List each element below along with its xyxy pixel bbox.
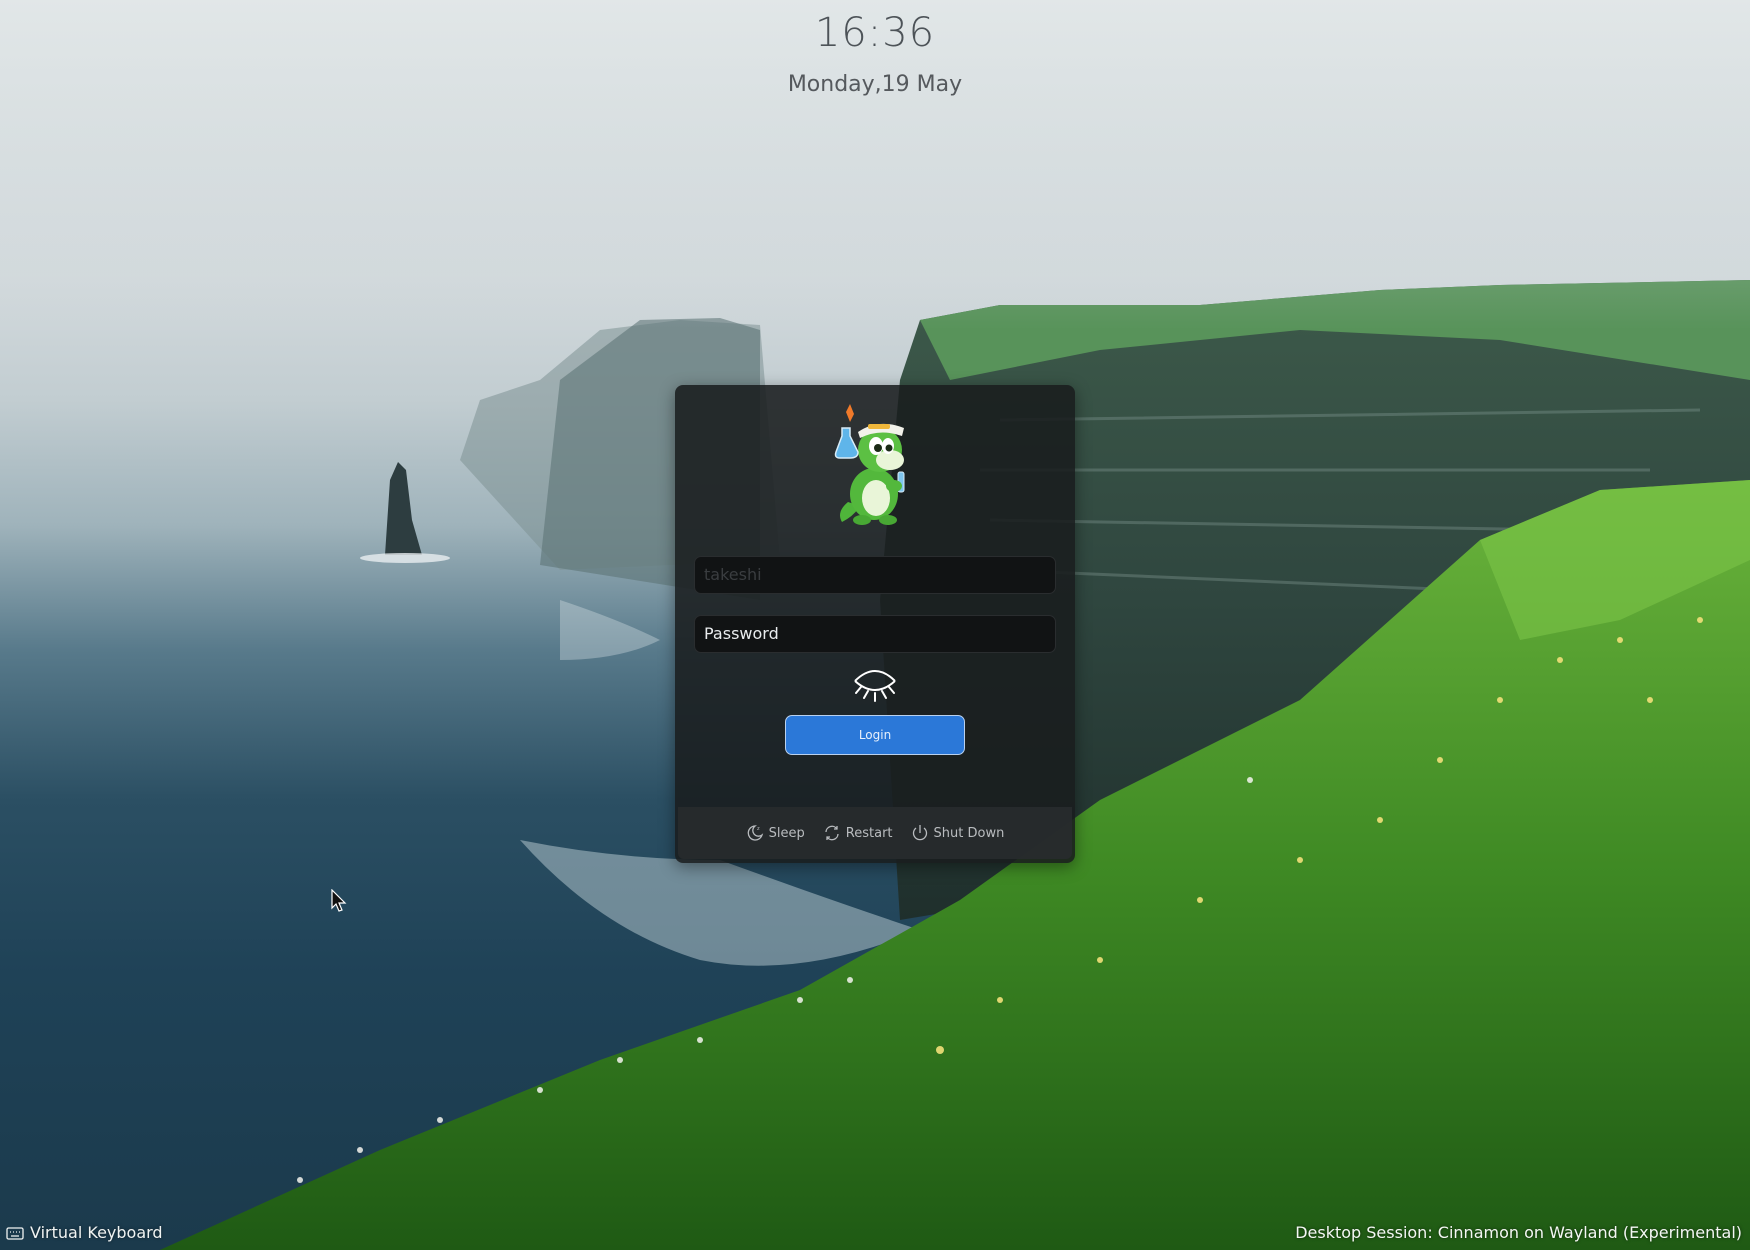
power-icon: [912, 825, 927, 841]
virtual-keyboard-button[interactable]: Virtual Keyboard: [6, 1223, 163, 1242]
mouse-cursor-icon: [331, 889, 347, 912]
login-button[interactable]: Login: [785, 715, 965, 755]
restart-label: Restart: [845, 825, 893, 841]
sleep-icon: z: [747, 825, 763, 841]
shutdown-button[interactable]: Shut Down: [911, 824, 1005, 842]
password-field[interactable]: Password: [694, 615, 1056, 653]
eye-closed-icon[interactable]: [851, 665, 899, 705]
power-actions-bar: z Sleep Restart Shut Down: [678, 807, 1072, 859]
shutdown-label: Shut Down: [933, 825, 1005, 841]
restart-button[interactable]: Restart: [823, 824, 893, 842]
desktop-session-selector[interactable]: Desktop Session: Cinnamon on Wayland (Ex…: [1295, 1223, 1742, 1242]
restart-icon: [825, 825, 839, 841]
login-panel: takeshi Password Login z Sleep Restart S…: [675, 385, 1075, 863]
sleep-label: Sleep: [768, 825, 805, 841]
keyboard-icon: [6, 1226, 24, 1240]
sleep-button[interactable]: z Sleep: [746, 824, 805, 842]
konqi-mascot-icon: [834, 404, 905, 525]
svg-text:z: z: [757, 826, 760, 832]
clock-date: Monday,19 May: [787, 72, 963, 97]
virtual-keyboard-label: Virtual Keyboard: [30, 1223, 163, 1242]
clock-time: 16:36: [814, 10, 936, 56]
username-field[interactable]: takeshi: [694, 556, 1056, 594]
